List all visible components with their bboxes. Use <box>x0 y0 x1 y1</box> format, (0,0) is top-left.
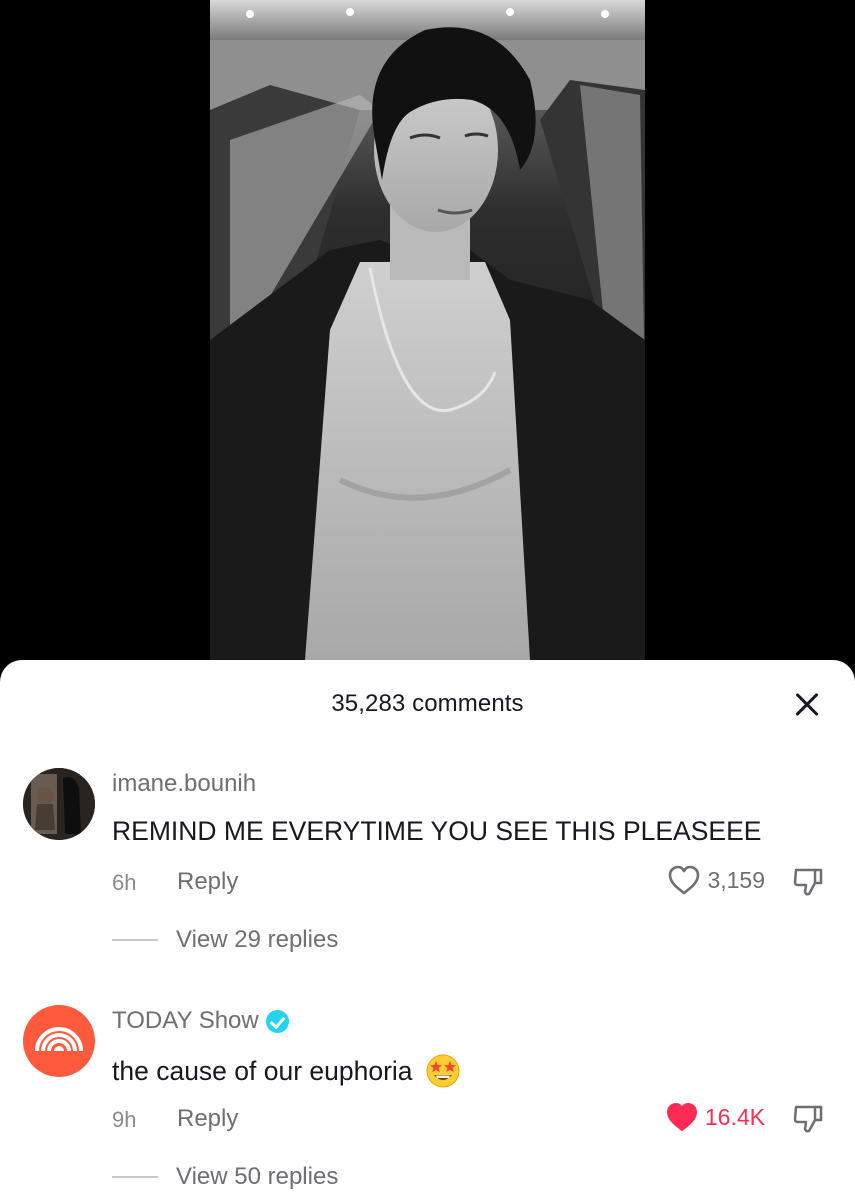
thumbs-down-icon <box>793 868 823 896</box>
comments-sheet: 35,283 comments imane.bounih REMIND ME E… <box>0 660 855 1200</box>
username-text[interactable]: imane.bounih <box>112 770 256 798</box>
view-replies-link[interactable]: View 29 replies <box>176 926 338 954</box>
comment-timestamp: 9h <box>112 1107 137 1132</box>
user-avatar[interactable] <box>23 1005 95 1077</box>
star-struck-emoji-icon <box>426 1054 460 1088</box>
comment-username[interactable]: imane.bounih <box>112 770 256 798</box>
video-frame[interactable] <box>210 0 645 660</box>
comment-item: TODAY Show the cause of our euphoria 9h … <box>0 985 855 1200</box>
comment-username[interactable]: TODAY Show <box>112 1007 289 1035</box>
comment-text: the cause of our euphoria <box>112 1053 461 1089</box>
video-still-image <box>210 0 645 660</box>
comment-timestamp: 6h <box>112 870 137 895</box>
heart-outline-icon <box>669 865 700 895</box>
thumbs-down-icon <box>793 1105 823 1133</box>
today-show-rainbow-logo-icon <box>35 1027 83 1052</box>
reply-button[interactable]: Reply <box>177 1105 238 1133</box>
username-text[interactable]: TODAY Show <box>112 1007 259 1035</box>
heart-filled-icon <box>666 1103 697 1131</box>
video-area[interactable] <box>0 0 855 680</box>
like-button[interactable]: 16.4K <box>665 1101 765 1133</box>
comment-body: the cause of our euphoria <box>112 1055 413 1086</box>
replies-divider-line <box>112 1176 158 1178</box>
user-photo-avatar-icon <box>23 768 95 840</box>
verified-badge-icon <box>265 1009 289 1033</box>
view-replies-link[interactable]: View 50 replies <box>176 1163 338 1191</box>
comments-count-title: 35,283 comments <box>331 690 524 717</box>
dislike-button[interactable] <box>792 866 824 898</box>
comment-item: imane.bounih REMIND ME EVERYTIME YOU SEE… <box>0 748 855 988</box>
comment-text: REMIND ME EVERYTIME YOU SEE THIS PLEASEE… <box>112 816 761 847</box>
dislike-button[interactable] <box>792 1103 824 1135</box>
like-count: 3,159 <box>707 866 765 893</box>
reply-button[interactable]: Reply <box>177 868 238 896</box>
close-icon[interactable] <box>790 688 824 722</box>
view-replies-row[interactable]: View 50 replies <box>112 1163 338 1191</box>
like-button[interactable]: 3,159 <box>667 864 765 896</box>
view-replies-row[interactable]: View 29 replies <box>112 926 338 954</box>
replies-divider-line <box>112 939 158 941</box>
user-avatar[interactable] <box>23 768 95 840</box>
like-count: 16.4K <box>704 1103 765 1130</box>
comment-body: REMIND ME EVERYTIME YOU SEE THIS PLEASEE… <box>112 816 762 846</box>
